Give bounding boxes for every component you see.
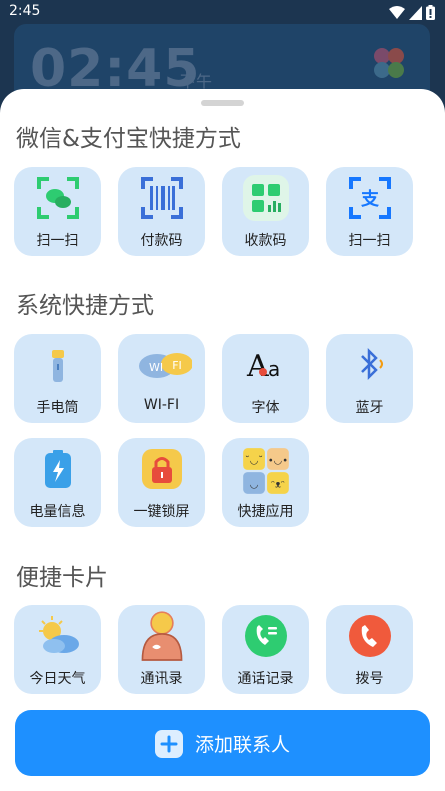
tile-receive-code[interactable]: 收款码 xyxy=(222,167,309,256)
payment-code-icon xyxy=(141,177,183,219)
tile-lock-screen[interactable]: 一键锁屏 xyxy=(118,438,205,527)
section-title-wechat-alipay: 微信&支付宝快捷方式 xyxy=(16,126,241,152)
svg-text:FI: FI xyxy=(172,359,182,372)
dialer-icon xyxy=(349,615,391,657)
quick-apps-icon: ˘◡˘ •◡• ◡ ᵔᴥᵔ xyxy=(243,448,289,494)
svg-text:A: A xyxy=(246,349,269,384)
weather-icon xyxy=(39,616,79,653)
tile-alipay-scan[interactable]: 支 扫一扫 xyxy=(326,167,413,256)
svg-text:WI: WI xyxy=(149,361,163,374)
tile-label: 字体 xyxy=(251,400,280,416)
tile-label: 快捷应用 xyxy=(237,504,294,520)
tile-label: 扫一扫 xyxy=(348,233,391,249)
battery-icon xyxy=(45,450,71,488)
call-log-icon xyxy=(245,615,287,657)
signal-icon xyxy=(409,5,422,20)
lock-screen-icon xyxy=(142,449,182,489)
tile-label: 手电筒 xyxy=(36,400,79,416)
tile-label: 通话记录 xyxy=(237,671,294,687)
tile-label: 付款码 xyxy=(140,233,183,249)
tile-flashlight[interactable]: 手电筒 xyxy=(14,334,101,423)
alipay-scan-icon: 支 xyxy=(349,177,391,219)
contacts-icon xyxy=(141,611,183,661)
svg-text:支: 支 xyxy=(360,188,380,210)
tile-wechat-scan[interactable]: 扫一扫 xyxy=(14,167,101,256)
tile-call-log[interactable]: 通话记录 xyxy=(222,605,309,694)
drag-handle[interactable] xyxy=(201,100,244,106)
tile-wifi[interactable]: WI FI WI-FI xyxy=(118,334,205,423)
wifi-icon: WI FI xyxy=(139,353,192,378)
svg-text:a: a xyxy=(268,357,280,381)
tile-battery-info[interactable]: 电量信息 xyxy=(14,438,101,527)
svg-text:ᵔᴥᵔ: ᵔᴥᵔ xyxy=(271,479,285,490)
section-title-system: 系统快捷方式 xyxy=(16,293,154,319)
svg-text:◡: ◡ xyxy=(250,479,259,490)
status-time: 2:45 xyxy=(9,3,41,19)
tile-dialer[interactable]: 拨号 xyxy=(326,605,413,694)
tile-font[interactable]: A a 字体 xyxy=(222,334,309,423)
tile-label: 通讯录 xyxy=(140,671,183,687)
tile-bluetooth[interactable]: 蓝牙 xyxy=(326,334,413,423)
tile-payment-code[interactable]: 付款码 xyxy=(118,167,205,256)
tile-label: 一键锁屏 xyxy=(133,504,190,520)
tile-label: 蓝牙 xyxy=(355,400,384,416)
receive-code-icon xyxy=(243,175,289,221)
battery-status-icon xyxy=(426,5,435,20)
tile-quick-apps[interactable]: ˘◡˘ •◡• ◡ ᵔᴥᵔ 快捷应用 xyxy=(222,438,309,527)
tile-label: WI-FI xyxy=(143,397,180,413)
status-icons xyxy=(389,5,435,20)
plus-icon xyxy=(155,730,183,758)
add-contact-button[interactable]: 添加联系人 xyxy=(15,710,430,776)
tile-label: 今日天气 xyxy=(29,671,86,687)
add-contact-label: 添加联系人 xyxy=(195,734,291,756)
status-bar: 2:45 xyxy=(0,0,445,24)
flashlight-icon xyxy=(52,350,64,382)
tile-label: 拨号 xyxy=(355,671,384,687)
tile-label: 收款码 xyxy=(244,233,287,249)
svg-text:˘◡˘: ˘◡˘ xyxy=(245,454,263,466)
tile-contacts[interactable]: 通讯录 xyxy=(118,605,205,694)
tile-weather[interactable]: 今日天气 xyxy=(14,605,101,694)
tile-label: 扫一扫 xyxy=(36,233,79,249)
font-icon: A a xyxy=(246,349,280,384)
tile-label: 电量信息 xyxy=(29,504,86,520)
wifi-status-icon xyxy=(389,5,405,19)
section-title-cards: 便捷卡片 xyxy=(16,565,108,591)
bluetooth-icon xyxy=(361,347,383,381)
flower-logo-icon xyxy=(374,48,404,78)
shortcuts-bottom-sheet: 微信&支付宝快捷方式 扫一扫 付款码 收款码 支 扫一扫 系统快捷方式 手电筒 … xyxy=(0,89,445,791)
svg-text:•◡•: •◡• xyxy=(268,455,288,466)
wechat-scan-icon xyxy=(37,177,79,219)
